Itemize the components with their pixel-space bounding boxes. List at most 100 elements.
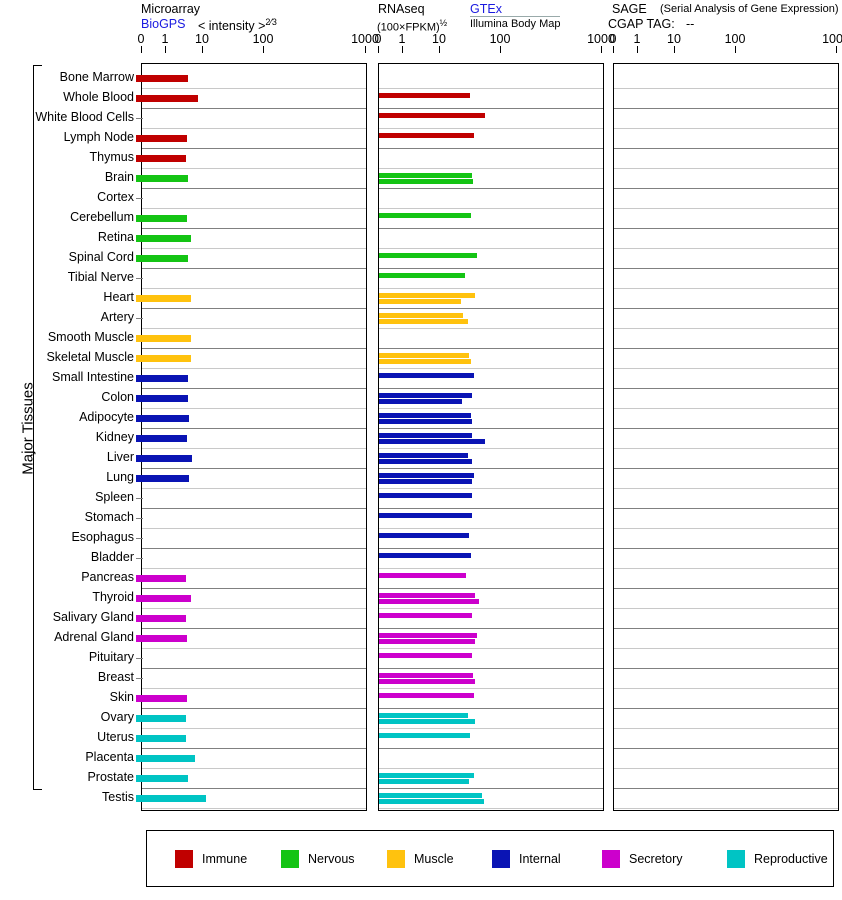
tissue-group-swatch (136, 155, 143, 162)
tissue-group-swatch (136, 355, 143, 362)
bar-rnaseq-gtex (379, 573, 467, 578)
bar-microarray (142, 615, 187, 622)
tissue-group-swatch (136, 635, 143, 642)
bar-microarray (142, 375, 189, 382)
microarray-source-link[interactable]: BioGPS (141, 17, 185, 31)
tissue-label: Heart (103, 290, 134, 304)
tissue-group-swatch (136, 715, 143, 722)
bar-rnaseq-gtex (379, 633, 477, 638)
grid-row-line (614, 188, 838, 189)
grid-row-line (379, 468, 603, 469)
bar-rnaseq-gtex (379, 733, 470, 738)
tissue-label: Stomach (84, 510, 134, 524)
tissue-group-swatch (136, 575, 143, 582)
grid-row-line (614, 548, 838, 549)
grid-row-line (142, 428, 366, 429)
bar-rnaseq-ibm (379, 399, 463, 404)
grid-row-line (379, 768, 603, 769)
grid-row-line (614, 328, 838, 329)
grid-row-line (614, 268, 838, 269)
grid-row-line (614, 748, 838, 749)
tissue-label: Thyroid (92, 590, 134, 604)
grid-row-line (142, 288, 366, 289)
tissue-group-swatch (136, 455, 143, 462)
grid-row-line (142, 308, 366, 309)
tissue-label: Pancreas (81, 570, 134, 584)
tissue-group-swatch (136, 135, 143, 142)
bar-rnaseq-ibm (379, 639, 476, 644)
sage-title-note: (Serial Analysis of Gene Expression) (660, 3, 839, 15)
tissue-group-dash (136, 518, 143, 519)
grid-row-line (379, 448, 603, 449)
grid-row-line (614, 508, 838, 509)
tissue-group-swatch (136, 295, 143, 302)
bar-microarray (142, 735, 187, 742)
tissue-group-dash (136, 678, 143, 679)
bar-microarray (142, 135, 187, 142)
tissue-label: Skeletal Muscle (46, 350, 134, 364)
grid-row-line (614, 348, 838, 349)
tissue-label: Skin (109, 690, 134, 704)
legend-label: Secretory (629, 852, 683, 866)
axis-tick (674, 46, 675, 53)
grid-row-line (142, 608, 366, 609)
grid-row-line (142, 668, 366, 669)
grid-row-line (379, 528, 603, 529)
grid-row-line (379, 588, 603, 589)
grid-row-line (142, 108, 366, 109)
bar-microarray (142, 775, 189, 782)
grid-row-line (142, 148, 366, 149)
tissue-group-dash (136, 538, 143, 539)
grid-row-line (379, 208, 603, 209)
bar-microarray (142, 475, 190, 482)
grid-row-line (379, 88, 603, 89)
rnaseq-gtex-link[interactable]: GTEx (470, 2, 560, 17)
tissue-group-swatch (136, 475, 143, 482)
grid-row-line (614, 168, 838, 169)
grid-row-line (379, 248, 603, 249)
bar-rnaseq-gtex (379, 593, 476, 598)
bar-rnaseq-gtex (379, 413, 471, 418)
grid-row-line (379, 648, 603, 649)
tissue-label: Kidney (95, 430, 134, 444)
bar-rnaseq-ibm (379, 779, 470, 784)
bar-microarray (142, 695, 188, 702)
bar-rnaseq-gtex (379, 133, 474, 138)
y-axis-title: Major Tissues (19, 382, 37, 475)
grid-row-line (379, 388, 603, 389)
bar-rnaseq-gtex (379, 513, 473, 518)
tissue-label: Breast (97, 670, 134, 684)
bar-rnaseq-ibm (379, 459, 473, 464)
grid-row-line (142, 748, 366, 749)
grid-row-line (379, 148, 603, 149)
grid-row-line (142, 248, 366, 249)
bar-microarray (142, 715, 186, 722)
grid-row-line (142, 228, 366, 229)
grid-row-line (614, 368, 838, 369)
tissue-label: Colon (101, 390, 134, 404)
grid-row-line (379, 108, 603, 109)
grid-row-line (614, 408, 838, 409)
grid-row-line (379, 628, 603, 629)
axis-sage: 0 1 10 100 1000 (0, 32, 842, 53)
grid-row-line (379, 668, 603, 669)
tissue-label: Brain (104, 170, 134, 184)
grid-row-line (142, 688, 366, 689)
grid-row-line (614, 288, 838, 289)
bar-rnaseq-gtex (379, 313, 464, 318)
bar-microarray (142, 295, 191, 302)
bar-rnaseq-gtex (379, 693, 474, 698)
bar-rnaseq-gtex (379, 213, 471, 218)
grid-row-line (379, 708, 603, 709)
bar-microarray (142, 435, 187, 442)
bar-rnaseq-gtex (379, 493, 473, 498)
tissue-group-dash (136, 198, 143, 199)
bar-microarray (142, 455, 192, 462)
grid-row-line (614, 88, 838, 89)
grid-row-line (614, 128, 838, 129)
grid-row-line (142, 508, 366, 509)
tissue-label: Lung (106, 470, 134, 484)
axis-tick-label: 1000 (822, 32, 842, 46)
tissue-label: Placenta (85, 750, 134, 764)
grid-row-line (379, 308, 603, 309)
